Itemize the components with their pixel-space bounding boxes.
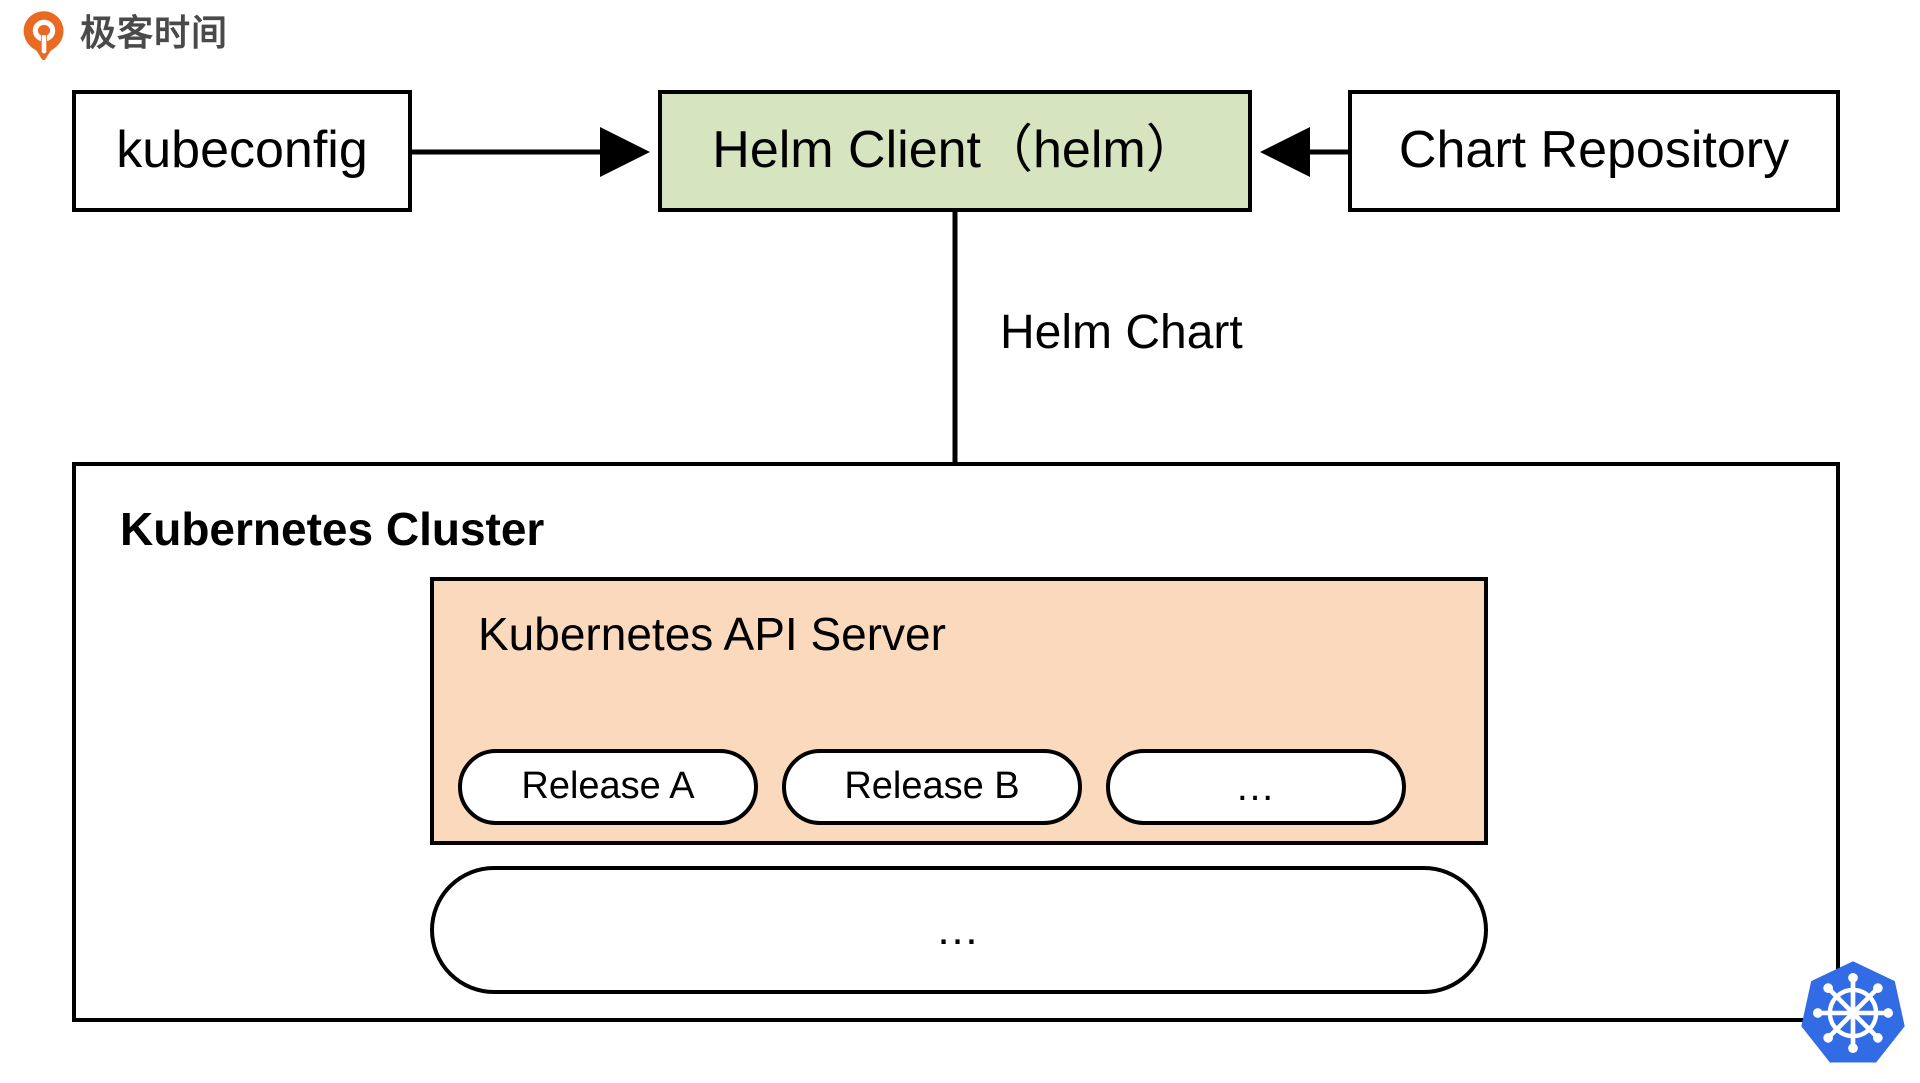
node-more-resources-label: … bbox=[935, 905, 983, 954]
api-server-title: Kubernetes API Server bbox=[478, 608, 946, 660]
brand-name: 极客时间 bbox=[80, 13, 229, 54]
edge-label-helm-chart: Helm Chart bbox=[1000, 306, 1243, 359]
release-pill-more-label: … bbox=[1235, 765, 1277, 809]
release-pill-b[interactable]: Release B bbox=[782, 749, 1082, 825]
node-kubernetes-api-server[interactable]: Kubernetes API Server Release A Release … bbox=[430, 577, 1488, 845]
brand-logo: 极客时间 bbox=[18, 8, 228, 60]
node-helm-client-label: Helm Client（helm） bbox=[712, 121, 1198, 180]
node-chart-repository[interactable]: Chart Repository bbox=[1348, 90, 1840, 212]
release-pill-a[interactable]: Release A bbox=[458, 749, 758, 825]
node-kubeconfig[interactable]: kubeconfig bbox=[72, 90, 412, 212]
node-chart-repository-label: Chart Repository bbox=[1398, 121, 1790, 180]
release-pill-more[interactable]: … bbox=[1106, 749, 1406, 825]
release-pill-a-label: Release A bbox=[521, 765, 695, 808]
cluster-title: Kubernetes Cluster bbox=[120, 503, 545, 555]
release-pill-b-label: Release B bbox=[844, 765, 1020, 808]
kubernetes-logo-icon bbox=[1801, 961, 1905, 1063]
node-helm-client[interactable]: Helm Client（helm） bbox=[658, 90, 1252, 212]
node-more-resources[interactable]: … bbox=[430, 866, 1488, 994]
node-kubeconfig-label: kubeconfig bbox=[116, 121, 368, 180]
geektime-logo-icon bbox=[23, 11, 64, 60]
